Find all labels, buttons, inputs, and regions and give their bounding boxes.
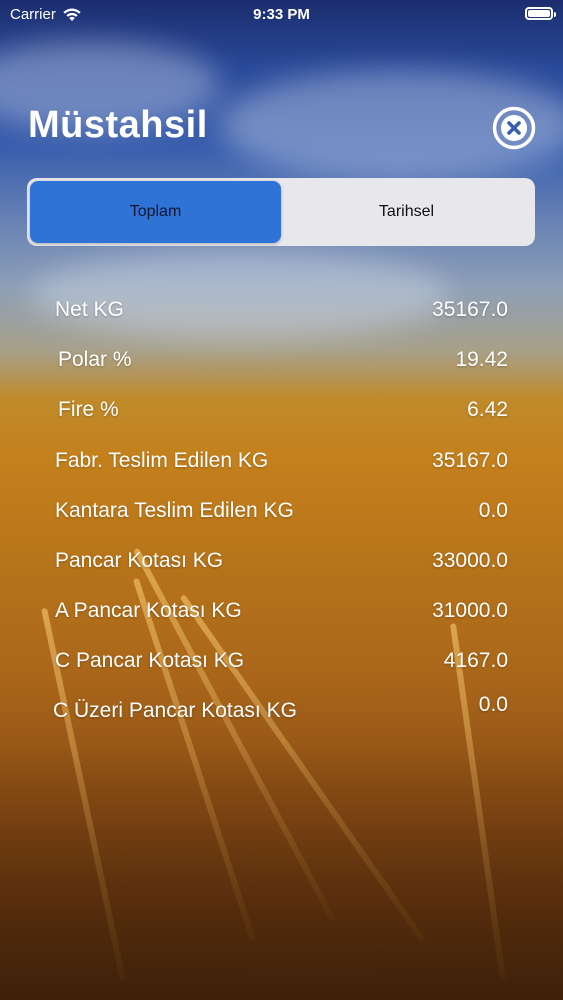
row-label: A Pancar Kotası KG	[55, 599, 242, 622]
row-fire: Fire % 6.42	[55, 398, 508, 428]
status-time: 9:33 PM	[253, 6, 310, 23]
row-label: Net KG	[55, 298, 124, 321]
page-title: Müstahsil	[28, 104, 208, 146]
row-label: Polar %	[58, 348, 132, 371]
tab-toplam-label: Toplam	[129, 203, 182, 220]
battery-icon	[525, 7, 556, 20]
row-a-pancar-kotasi: A Pancar Kotası KG 31000.0	[55, 599, 508, 629]
close-button[interactable]	[492, 106, 536, 150]
row-polar: Polar % 19.42	[55, 348, 508, 378]
row-value: 19.42	[455, 348, 508, 371]
row-value: 31000.0	[432, 599, 508, 622]
row-value: 4167.0	[443, 649, 508, 672]
row-label: Kantara Teslim Edilen KG	[55, 499, 294, 522]
row-label: C Pancar Kotası KG	[55, 649, 245, 672]
row-value: 35167.0	[432, 449, 508, 472]
close-circle-icon	[492, 106, 536, 150]
row-pancar-kotasi: Pancar Kotası KG 33000.0	[55, 549, 508, 579]
row-value: 35167.0	[432, 298, 508, 321]
row-fabr-teslim: Fabr. Teslim Edilen KG 35167.0	[55, 449, 508, 479]
row-label: C Üzeri Pancar Kotası KG	[53, 699, 297, 722]
status-bar: Carrier 9:33 PM	[0, 0, 563, 30]
row-label: Pancar Kotası KG	[55, 549, 224, 572]
tab-tarihsel-label: Tarihsel	[378, 203, 435, 220]
segmented-control: Toplam Tarihsel	[27, 178, 535, 246]
row-value: 33000.0	[432, 549, 508, 572]
row-value: 6.42	[467, 398, 508, 421]
row-net-kg: Net KG 35167.0	[55, 298, 508, 328]
tab-toplam[interactable]: Toplam	[30, 181, 281, 243]
row-value: 0.0	[478, 693, 508, 716]
row-c-pancar-kotasi: C Pancar Kotası KG 4167.0	[55, 649, 508, 679]
row-label: Fire %	[58, 398, 119, 421]
row-kantara-teslim: Kantara Teslim Edilen KG 0.0	[55, 499, 508, 529]
row-c-uzeri-pancar-kotasi: C Üzeri Pancar Kotası KG 0.0	[53, 693, 508, 729]
row-value: 0.0	[478, 499, 508, 522]
tab-tarihsel[interactable]: Tarihsel	[281, 181, 532, 243]
row-label: Fabr. Teslim Edilen KG	[55, 449, 269, 472]
